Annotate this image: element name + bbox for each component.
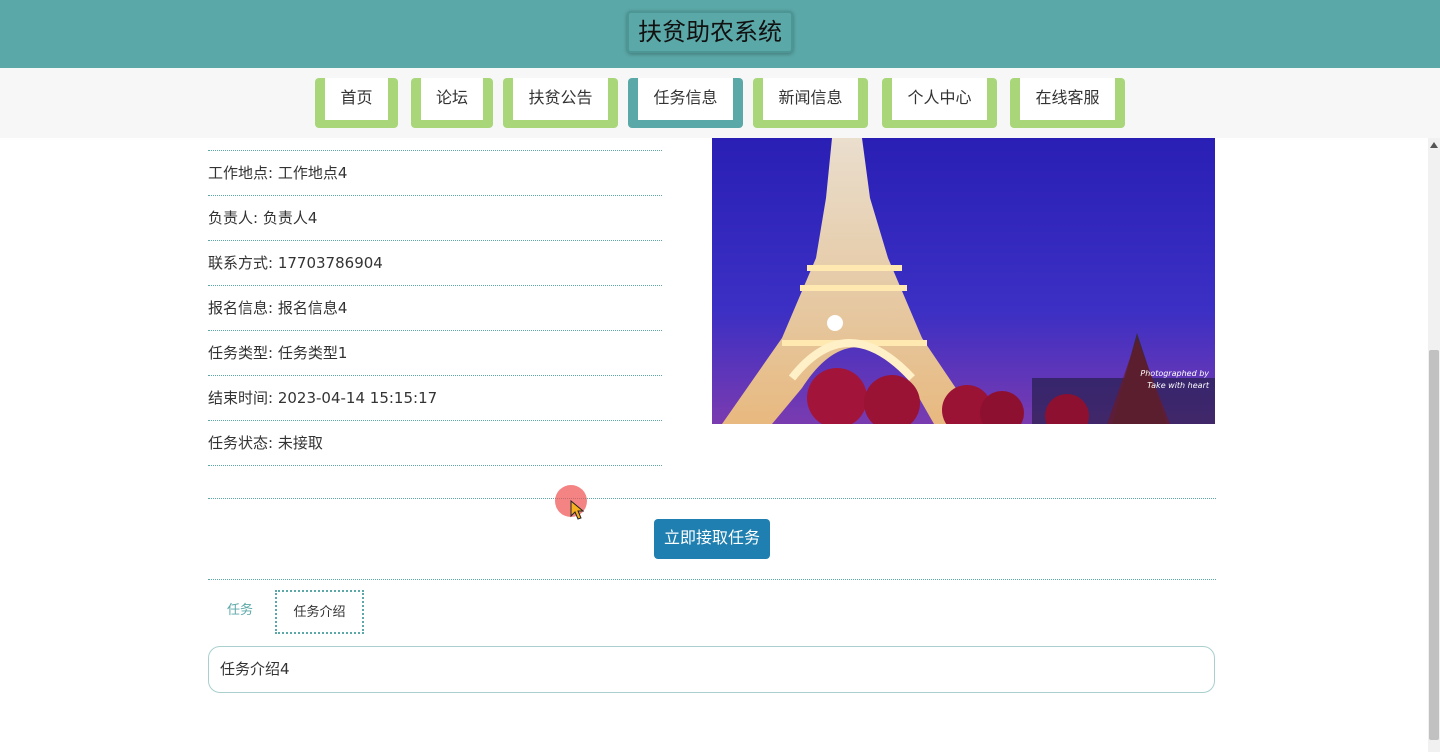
nav-forum[interactable]: 论坛 — [411, 78, 493, 128]
nav-online-service-label: 在线客服 — [1020, 78, 1115, 120]
nav-forum-label: 论坛 — [421, 78, 483, 120]
task-image: Photographed by Take with heart — [712, 138, 1215, 424]
nav-personal-center[interactable]: 个人中心 — [882, 78, 997, 128]
info-row-end-time: 结束时间2023-04-14 15:15:17 — [208, 376, 662, 421]
nav-announcements-label: 扶贫公告 — [513, 78, 608, 120]
task-info-list: 工作地点工作地点4 负责人负责人4 联系方式17703786904 报名信息报名… — [208, 150, 662, 466]
accept-task-button[interactable]: 立即接取任务 — [654, 519, 770, 559]
main-nav: 首页 论坛 扶贫公告 任务信息 新闻信息 个人中心 在线客服 — [0, 68, 1440, 138]
info-row-location: 工作地点工作地点4 — [208, 151, 662, 196]
task-description: 任务介绍4 — [208, 646, 1215, 693]
tab-task[interactable]: 任务 — [210, 590, 270, 634]
nav-task-info-label: 任务信息 — [638, 78, 733, 120]
top-header: 扶贫助农系统 — [0, 0, 1440, 68]
scrollbar-thumb[interactable] — [1429, 350, 1439, 740]
page-scrollbar[interactable] — [1428, 138, 1440, 752]
nav-home-label: 首页 — [325, 78, 388, 120]
nav-online-service[interactable]: 在线客服 — [1010, 78, 1125, 128]
info-row-status: 任务状态未接取 — [208, 421, 662, 466]
divider — [208, 579, 1216, 580]
site-title: 扶贫助农系统 — [627, 11, 793, 53]
info-row-contact: 联系方式17703786904 — [208, 241, 662, 286]
scroll-up-arrow-icon[interactable] — [1430, 142, 1438, 148]
task-detail: 工作地点工作地点4 负责人负责人4 联系方式17703786904 报名信息报名… — [0, 138, 1428, 752]
mouse-pointer-icon — [570, 500, 584, 520]
info-row-manager: 负责人负责人4 — [208, 196, 662, 241]
nav-news-label: 新闻信息 — [763, 78, 858, 120]
info-row-signup: 报名信息报名信息4 — [208, 286, 662, 331]
tab-task-intro[interactable]: 任务介绍 — [275, 590, 364, 634]
nav-announcements[interactable]: 扶贫公告 — [503, 78, 618, 128]
nav-personal-center-label: 个人中心 — [892, 78, 987, 120]
nav-home[interactable]: 首页 — [315, 78, 398, 128]
nav-news[interactable]: 新闻信息 — [753, 78, 868, 128]
photo-caption-line-1: Photographed by — [1140, 369, 1209, 378]
photo-caption-line-2: Take with heart — [1147, 381, 1210, 390]
divider — [208, 498, 1216, 499]
info-row-type: 任务类型任务类型1 — [208, 331, 662, 376]
nav-task-info[interactable]: 任务信息 — [628, 78, 743, 128]
